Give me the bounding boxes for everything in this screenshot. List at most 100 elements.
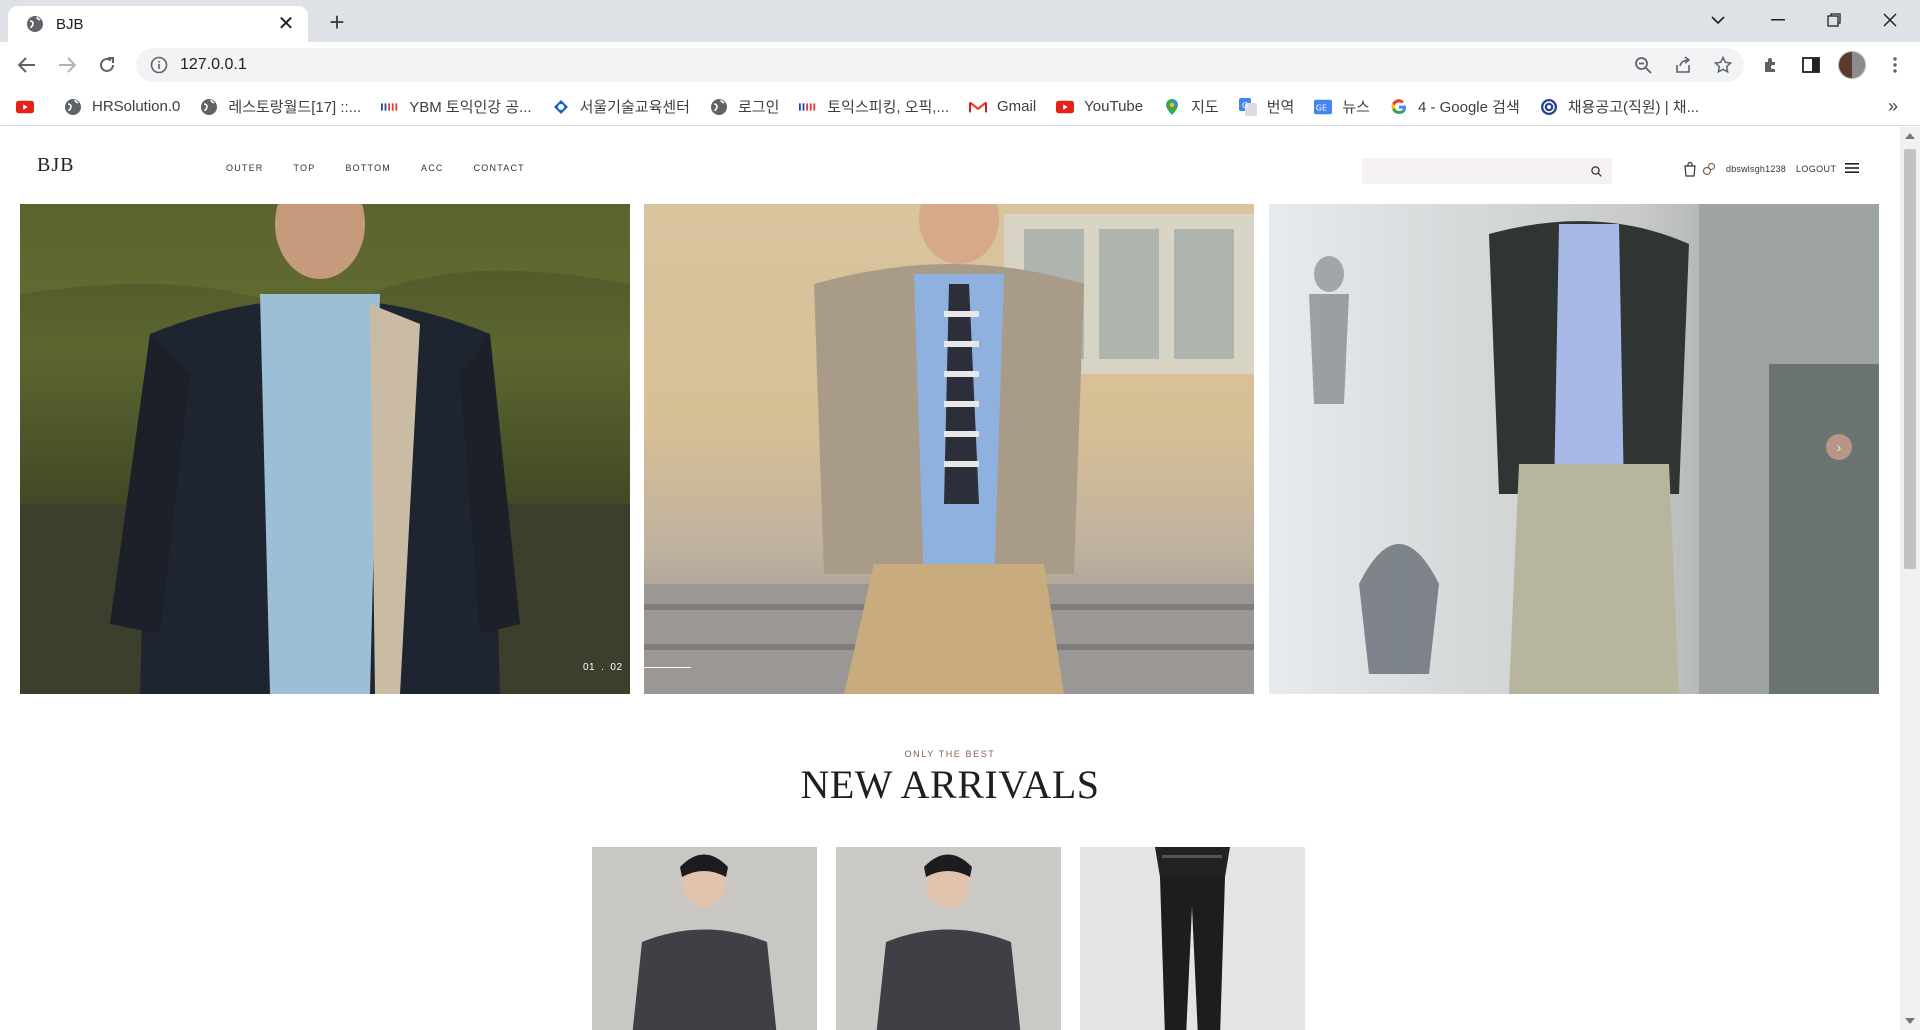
bookmarks-overflow-button[interactable]: » [1888, 96, 1898, 117]
bookmark-label: 토익스피킹, 오픽,... [827, 99, 949, 116]
logout-link[interactable]: LOGOUT [1796, 164, 1836, 174]
restore-icon[interactable] [1806, 0, 1862, 40]
bookmark-item[interactable]: 서울기술교육센터 [552, 96, 690, 117]
forward-arrow-icon[interactable] [52, 50, 82, 80]
pager-separator: . [601, 662, 605, 673]
reload-icon[interactable] [92, 50, 122, 80]
bookmark-item[interactable] [16, 98, 44, 116]
bookmarks-bar: HRSolution.0 레스토랑월드[17] ::... YBM 토익인강 공… [0, 88, 1920, 126]
back-arrow-icon[interactable] [12, 50, 42, 80]
section-title: NEW ARRIVALS [800, 762, 1100, 807]
search-icon[interactable] [1591, 165, 1602, 177]
bookmark-label: 4 - Google 검색 [1417, 99, 1520, 116]
slider-pager: 01. 02 [583, 662, 691, 673]
product-card-2[interactable] [836, 847, 1061, 1030]
emblem-icon [1540, 98, 1558, 116]
bookmark-item[interactable]: YouTube [1056, 98, 1143, 116]
svg-text:G: G [1242, 101, 1248, 110]
share-icon[interactable] [1668, 48, 1698, 82]
hero-slide-2-image[interactable] [644, 204, 1254, 694]
shopping-bag-icon[interactable] [1682, 161, 1698, 177]
bookmark-item[interactable]: 4 - Google 검색 [1390, 96, 1520, 117]
puzzle-logo-icon [552, 98, 570, 116]
minimize-icon[interactable] [1750, 0, 1806, 40]
nav-item-bottom[interactable]: BOTTOM [345, 163, 391, 173]
pager-progress-bar [630, 667, 691, 668]
product-image [1155, 847, 1230, 1030]
bookmark-item[interactable]: G 번역 [1238, 96, 1294, 117]
hero-slide-1-image[interactable] [20, 204, 630, 694]
tab-title: BJB [56, 15, 84, 33]
bookmark-label: 채용공고(직원) | 채... [1567, 99, 1700, 116]
section-kicker: ONLY THE BEST [904, 749, 996, 759]
svg-text:GE: GE [1316, 102, 1327, 112]
bookmark-item[interactable]: 채용공고(직원) | 채... [1540, 96, 1699, 117]
product-image [876, 854, 1021, 1030]
close-window-icon[interactable] [1862, 0, 1918, 40]
browser-tab[interactable]: BJB ✕ [8, 6, 308, 42]
coupon-icon[interactable] [1702, 162, 1716, 176]
hero-slide-3-image[interactable] [1269, 204, 1879, 694]
model-photo [20, 204, 630, 694]
username[interactable]: dbswlsgh1238 [1726, 164, 1786, 174]
bookmark-label: 로그인 [737, 99, 780, 116]
ybm-icon [799, 98, 817, 116]
model-photo [644, 204, 1254, 694]
globe-icon [710, 98, 728, 116]
search-input[interactable] [1370, 161, 1570, 181]
address-bar[interactable]: 127.0.0.1 [136, 48, 1744, 82]
site-info-icon[interactable] [150, 56, 168, 74]
page-scrollbar[interactable] [1900, 127, 1920, 1030]
close-tab-icon[interactable]: ✕ [276, 14, 296, 34]
nav-item-outer[interactable]: OUTER [226, 163, 264, 173]
side-panel-icon[interactable] [1796, 50, 1826, 80]
bookmark-item[interactable]: 로그인 [710, 96, 779, 117]
bookmark-item[interactable]: 레스토랑월드[17] ::... [200, 96, 361, 117]
tab-search-icon[interactable] [1690, 0, 1746, 40]
bookmark-item[interactable]: Gmail [968, 98, 1037, 116]
ybm-icon [381, 98, 399, 116]
maps-icon [1163, 98, 1181, 116]
new-tab-button[interactable]: + [322, 8, 352, 38]
bookmark-item[interactable]: YBM 토익인강 공... [381, 96, 532, 117]
nav-item-contact[interactable]: CONTACT [474, 163, 525, 173]
pager-next[interactable]: 02 [610, 662, 622, 673]
bookmark-label: 뉴스 [1342, 99, 1370, 116]
bookmark-item[interactable]: HRSolution.0 [64, 98, 180, 116]
url-text: 127.0.0.1 [180, 56, 247, 73]
site-logo[interactable]: BJB [37, 154, 74, 177]
extensions-icon[interactable] [1756, 50, 1786, 80]
translate-icon: G [1238, 97, 1257, 116]
globe-icon [200, 98, 218, 116]
scroll-thumb[interactable] [1904, 149, 1916, 569]
hamburger-menu-icon[interactable] [1845, 163, 1859, 173]
bookmark-item[interactable]: 지도 [1163, 96, 1219, 117]
bookmark-label: HRSolution.0 [92, 98, 181, 115]
globe-icon [27, 16, 43, 32]
product-image [632, 854, 777, 1030]
nav-item-top[interactable]: TOP [294, 163, 316, 173]
bookmark-item[interactable]: GE 뉴스 [1314, 96, 1370, 117]
user-area: dbswlsgh1238 LOGOUT [1682, 161, 1836, 177]
youtube-icon [1056, 98, 1075, 116]
product-card-3[interactable] [1080, 847, 1305, 1030]
scroll-down-icon[interactable] [1905, 1018, 1915, 1024]
product-card-1[interactable] [592, 847, 817, 1030]
youtube-icon [16, 98, 34, 116]
bookmark-label: 지도 [1191, 99, 1219, 116]
bookmark-item[interactable]: 토익스피킹, 오픽,... [799, 96, 949, 117]
bookmark-label: Gmail [996, 98, 1037, 115]
bookmark-label: YBM 토익인강 공... [409, 99, 532, 116]
model-photo [1309, 204, 1879, 694]
news-icon: GE [1314, 98, 1333, 116]
pager-current[interactable]: 01 [583, 662, 595, 673]
slider-next-button[interactable]: › [1826, 434, 1852, 460]
bookmark-label: 레스토랑월드[17] ::... [228, 99, 362, 116]
more-menu-icon[interactable] [1880, 50, 1910, 80]
scroll-up-icon[interactable] [1905, 133, 1915, 139]
zoom-icon[interactable] [1628, 48, 1658, 82]
nav-item-acc[interactable]: ACC [421, 163, 444, 173]
web-page: BJB OUTER TOP BOTTOM ACC CONTACT dbswlsg… [0, 127, 1900, 1030]
profile-avatar[interactable] [1838, 51, 1866, 79]
bookmark-star-icon[interactable] [1708, 48, 1738, 82]
